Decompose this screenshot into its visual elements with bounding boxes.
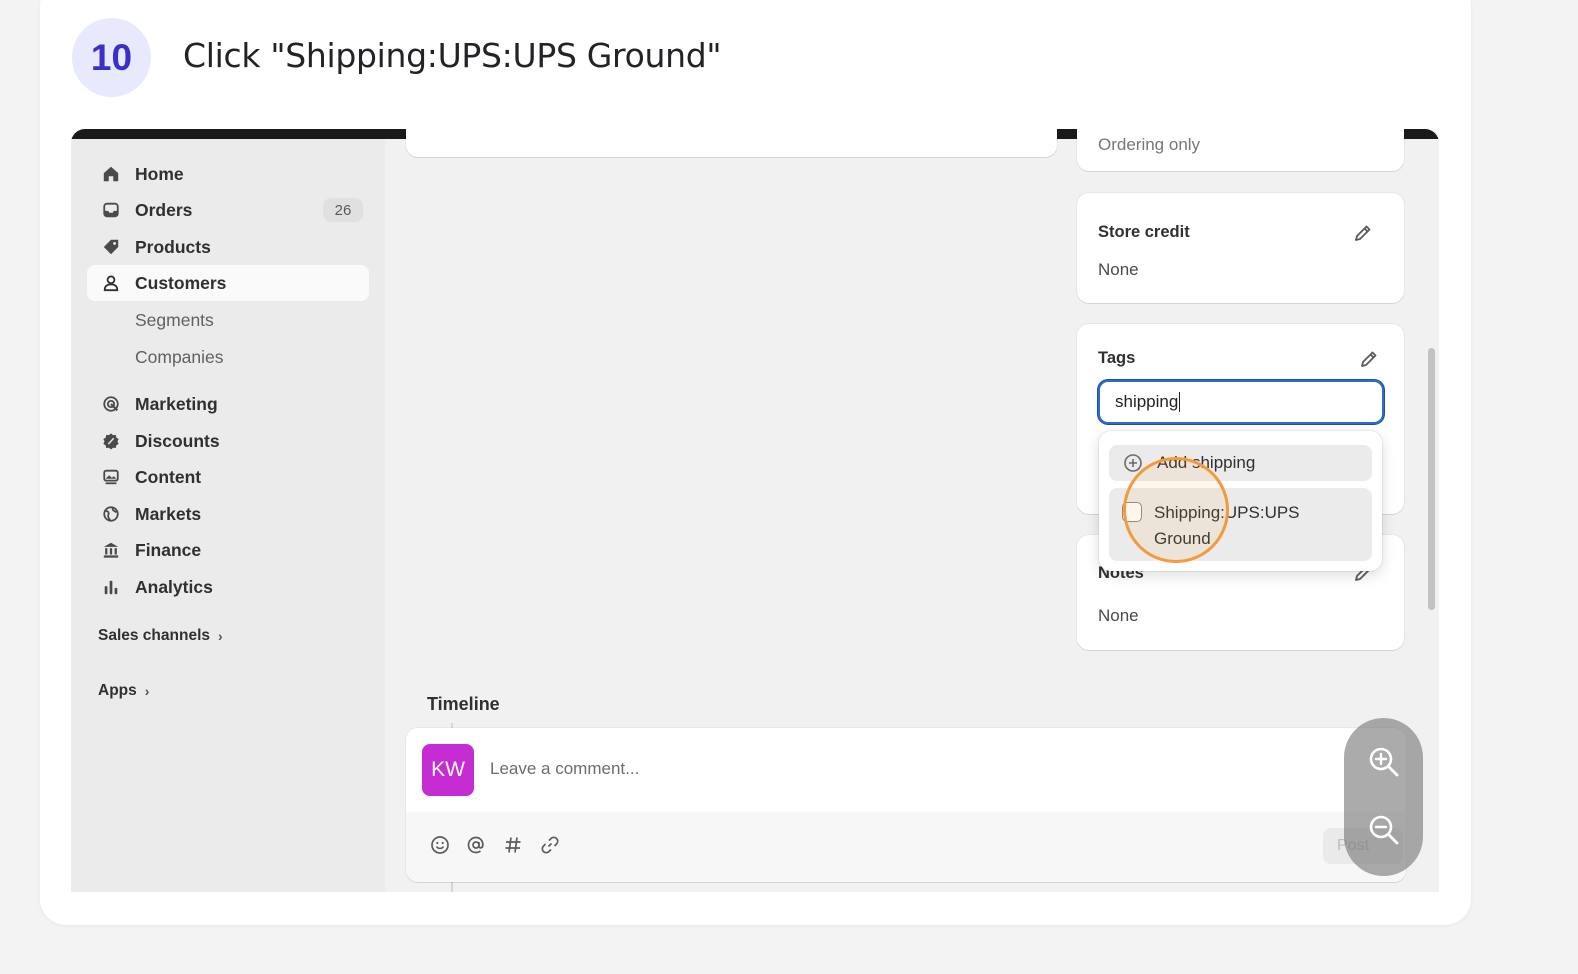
partial-top-panel: Ordering only — [1077, 129, 1404, 171]
tag-icon — [102, 238, 120, 256]
home-icon — [102, 165, 120, 183]
store-credit-value: None — [1098, 260, 1139, 279]
tags-input[interactable]: shipping — [1098, 380, 1384, 424]
discount-icon — [102, 432, 120, 450]
sidebar-item-segments[interactable]: Segments — [87, 302, 369, 338]
sidebar-item-companies[interactable]: Companies — [87, 339, 369, 375]
sidebar-item-label: Analytics — [135, 576, 213, 597]
sidebar-item-label: Customers — [135, 272, 227, 293]
pencil-icon[interactable] — [1359, 349, 1379, 369]
sidebar-item-markets[interactable]: Markets — [87, 496, 369, 532]
store-credit-card: Store credit None — [1077, 193, 1404, 303]
orders-count-badge: 26 — [323, 198, 363, 222]
sidebar-item-label: Home — [135, 163, 184, 184]
sidebar-item-content[interactable]: Content — [87, 459, 369, 495]
sidebar-item-label: Orders — [135, 199, 193, 220]
sidebar-item-label: Content — [135, 466, 202, 487]
scrollbar[interactable] — [1428, 348, 1435, 610]
sidebar-item-label: Markets — [135, 503, 202, 524]
bar-chart-icon — [102, 578, 120, 596]
person-icon — [102, 274, 120, 292]
partial-top-text: Ordering only — [1098, 135, 1201, 154]
text-caret — [1179, 392, 1181, 412]
sidebar-item-customers[interactable]: Customers — [87, 265, 369, 301]
sidebar-item-label: Segments — [135, 309, 214, 330]
sales-channels-label: Sales channels — [98, 627, 211, 644]
zoom-out-icon[interactable] — [1364, 810, 1404, 850]
tags-title: Tags — [1098, 349, 1136, 367]
zoom-in-icon[interactable] — [1364, 742, 1404, 782]
hashtag-icon[interactable] — [502, 834, 524, 856]
sidebar-item-label: Companies — [135, 346, 224, 367]
zoom-controls — [1344, 718, 1423, 876]
sidebar-item-discounts[interactable]: Discounts — [87, 423, 369, 459]
comment-input[interactable]: Leave a comment... — [490, 759, 639, 779]
step-title: Click "Shipping:UPS:UPS Ground" — [183, 36, 722, 75]
store-credit-title: Store credit — [1098, 223, 1190, 241]
chevron-right-icon: › — [218, 628, 223, 644]
pencil-icon[interactable] — [1353, 223, 1373, 243]
sidebar-item-label: Discounts — [135, 430, 220, 451]
avatar: KW — [422, 744, 474, 796]
sidebar-item-orders[interactable]: Orders 26 — [87, 192, 369, 228]
click-indicator — [1123, 457, 1229, 563]
sidebar-item-label: Marketing — [135, 393, 218, 414]
step-number-badge: 10 — [72, 18, 151, 97]
globe-icon — [102, 505, 120, 523]
timeline-title: Timeline — [427, 694, 500, 714]
sidebar-item-home[interactable]: Home — [87, 156, 369, 192]
sidebar-item-products[interactable]: Products — [87, 229, 369, 265]
sidebar-item-analytics[interactable]: Analytics — [87, 569, 369, 605]
sidebar-item-label: Finance — [135, 539, 202, 560]
bank-icon — [102, 541, 120, 559]
comment-box: KW Leave a comment... Post — [406, 728, 1406, 882]
app-screenshot: Home Orders 26 Products Customers Segmen… — [71, 129, 1439, 892]
image-icon — [102, 468, 120, 486]
inbox-icon — [102, 201, 120, 219]
target-icon — [102, 395, 120, 413]
sidebar-item-finance[interactable]: Finance — [87, 532, 369, 568]
main-top-card — [406, 129, 1057, 157]
tags-input-value: shipping — [1115, 392, 1179, 411]
emoji-icon[interactable] — [429, 834, 451, 856]
mention-icon[interactable] — [465, 834, 487, 856]
sales-channels-link[interactable]: Sales channels › — [98, 627, 223, 645]
notes-value: None — [1098, 606, 1139, 625]
sidebar: Home Orders 26 Products Customers Segmen… — [71, 139, 385, 892]
sidebar-item-marketing[interactable]: Marketing — [87, 386, 369, 422]
sidebar-item-label: Products — [135, 236, 211, 257]
apps-label: Apps — [98, 682, 137, 699]
apps-link[interactable]: Apps › — [98, 682, 149, 700]
link-icon[interactable] — [539, 834, 561, 856]
chevron-right-icon: › — [144, 683, 150, 699]
